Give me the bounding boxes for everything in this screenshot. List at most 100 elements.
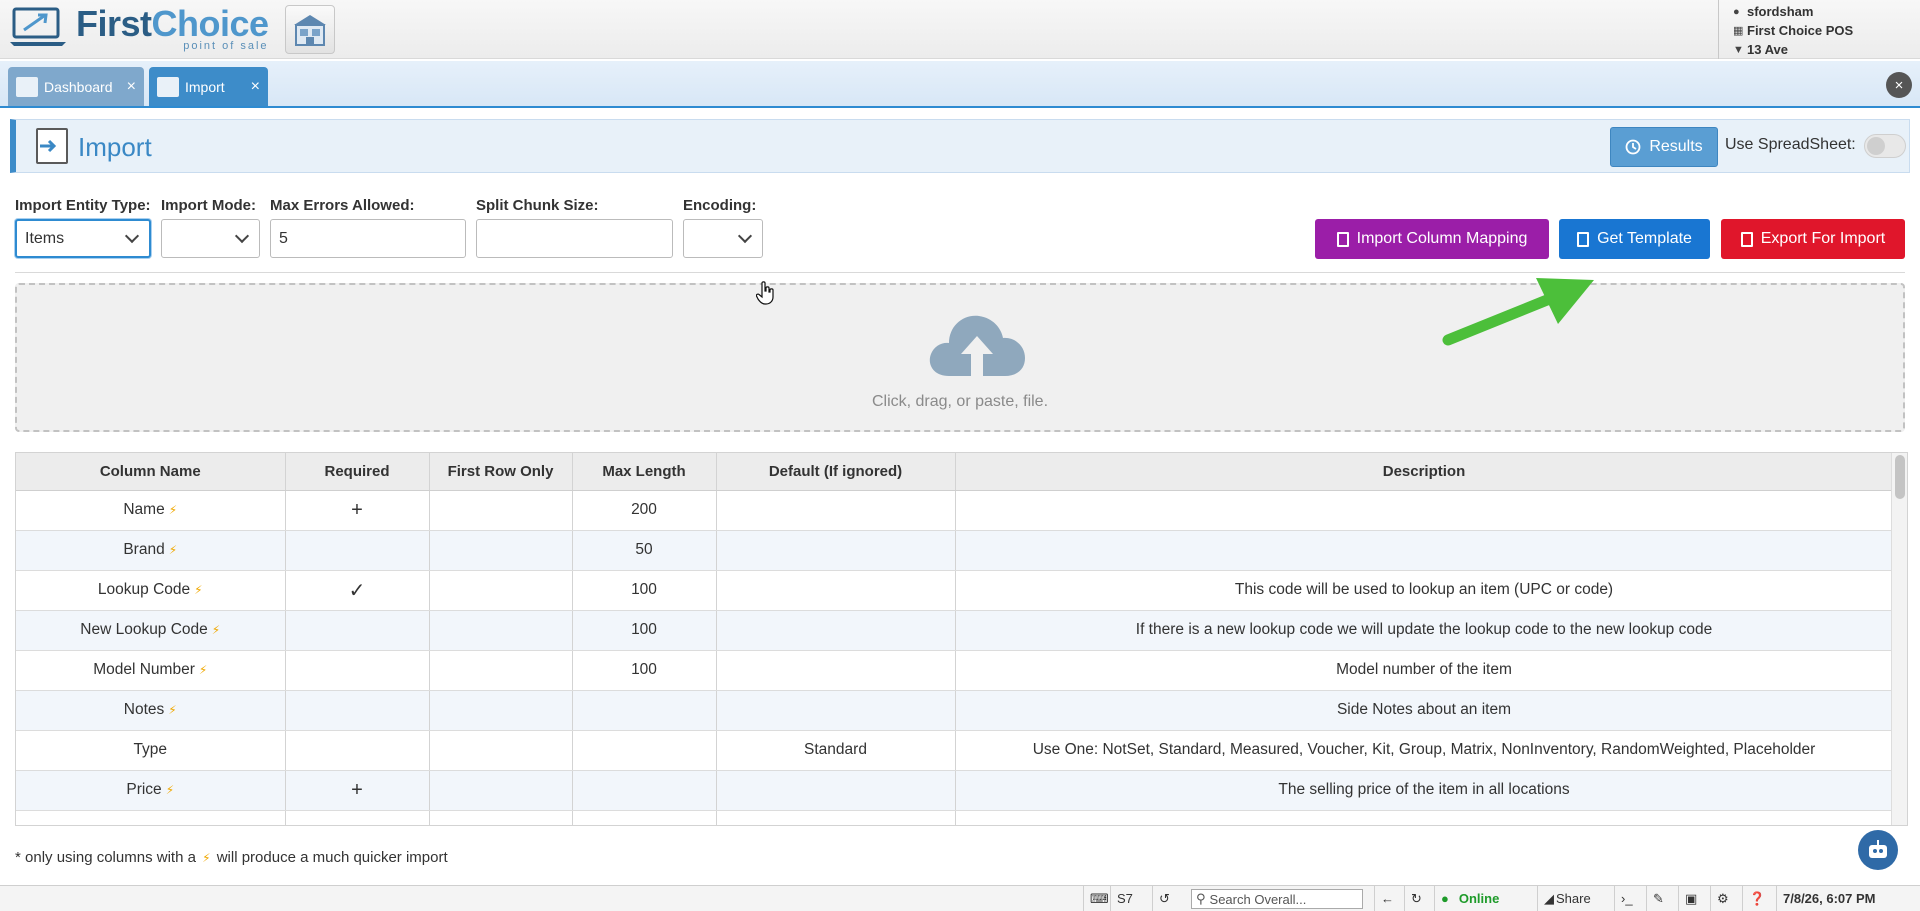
empty-cell: [16, 810, 286, 825]
name-cell-text: Brand: [123, 541, 165, 558]
name-cell-text: Type: [133, 741, 168, 758]
max-length-cell: 200: [572, 490, 717, 531]
user-icon: ●: [1733, 5, 1740, 18]
refresh-icon[interactable]: ↻: [1404, 886, 1428, 911]
import-column-mapping-button[interactable]: Import Column Mapping: [1315, 219, 1549, 259]
required-cell-text: ✓: [348, 579, 366, 602]
clock-icon: [1625, 139, 1641, 155]
required-cell: [285, 690, 430, 731]
register-icon[interactable]: ▣: [1678, 886, 1703, 911]
terminal-icon[interactable]: ›_: [1614, 886, 1639, 911]
default-cell: [716, 690, 956, 731]
edit-icon[interactable]: ✎: [1646, 886, 1670, 911]
max-length-cell: 100: [572, 610, 717, 651]
table-row[interactable]: Model Number ⚡ 100 Model number of the item: [16, 650, 1894, 691]
results-button[interactable]: Results: [1610, 127, 1718, 167]
column-header[interactable]: First Row Only: [429, 453, 573, 491]
table-row[interactable]: Brand ⚡ 50: [16, 530, 1894, 571]
building-icon: ▦: [1733, 25, 1744, 37]
bolt-icon: ⚡: [168, 503, 178, 517]
tab-import-close-icon[interactable]: ×: [251, 78, 260, 96]
online-status[interactable]: ● Online: [1434, 886, 1505, 911]
name-cell-text: Model Number: [93, 661, 195, 678]
table-row[interactable]: Notes ⚡ Side Notes about an item: [16, 690, 1894, 731]
required-cell: [285, 610, 430, 651]
empty-cell: [572, 810, 717, 825]
description-cell-text: Model number of the item: [1336, 661, 1512, 678]
share-button[interactable]: ◢ Share: [1537, 886, 1597, 911]
max-length-cell-text: 100: [631, 581, 657, 598]
help-icon[interactable]: ❓: [1742, 886, 1771, 911]
tab-import[interactable]: Import ×: [149, 67, 268, 106]
overall-search-input[interactable]: ⚲ Search Overall...: [1191, 889, 1363, 909]
top-bar: FirstChoice point of sale ● sfordsham ▦ Fi…: [0, 0, 1920, 59]
default-cell: Standard: [716, 730, 956, 771]
name-cell: Type: [16, 730, 286, 771]
export-for-import-button[interactable]: Export For Import: [1721, 219, 1905, 259]
first-row-cell: [429, 650, 573, 691]
entity-type-value: Items: [25, 229, 65, 247]
max-length-cell: 100: [572, 650, 717, 691]
store-button[interactable]: [285, 5, 335, 54]
description-cell: [955, 530, 1894, 571]
first-row-cell: [429, 730, 573, 771]
column-header[interactable]: Default (If ignored): [716, 453, 956, 491]
scrollbar-thumb[interactable]: [1895, 455, 1905, 499]
name-cell-text: Name: [123, 501, 165, 518]
name-cell-text: Notes: [123, 701, 165, 718]
back-icon[interactable]: ←: [1374, 886, 1400, 911]
name-cell: Model Number ⚡: [16, 650, 286, 691]
column-header[interactable]: Description: [955, 453, 1894, 491]
import-mode-select[interactable]: [161, 219, 260, 258]
history-icon[interactable]: ↺: [1152, 886, 1176, 911]
table-scrollbar[interactable]: [1891, 453, 1907, 825]
import-mode-label: Import Mode:: [161, 197, 256, 214]
column-header[interactable]: Max Length: [572, 453, 717, 491]
table-row[interactable]: Price ⚡ + The selling price of the item in …: [16, 770, 1894, 811]
bolt-icon: ⚡: [198, 663, 208, 677]
mapping-label: Import Column Mapping: [1356, 230, 1528, 247]
gear-icon[interactable]: ⚙: [1710, 886, 1735, 911]
close-all-tabs-icon[interactable]: ×: [1886, 72, 1912, 98]
brand-logo[interactable]: FirstChoice point of sale: [10, 6, 269, 52]
split-chunk-input[interactable]: [476, 219, 673, 258]
first-row-cell: [429, 490, 573, 531]
max-length-cell: 100: [572, 570, 717, 611]
chatbot-button[interactable]: [1858, 830, 1898, 870]
name-cell: Notes ⚡: [16, 690, 286, 731]
column-header[interactable]: Column Name: [16, 453, 286, 491]
spreadsheet-label: Use SpreadSheet:: [1725, 136, 1856, 153]
empty-cell: [285, 810, 430, 825]
page-title: Import: [78, 132, 152, 162]
required-cell: ✓: [285, 570, 430, 611]
table-row[interactable]: Lookup Code ⚡ ✓ 100 This code will be used t…: [16, 570, 1894, 611]
max-errors-input[interactable]: 5: [270, 219, 466, 258]
tab-import-label: Import: [185, 78, 225, 95]
name-cell: Lookup Code ⚡: [16, 570, 286, 611]
table-row[interactable]: Type Standard Use One: NotSet, Standard, M…: [16, 730, 1894, 771]
bolt-icon: ⚡: [194, 583, 203, 597]
table-row[interactable]: Name ⚡ +200: [16, 490, 1894, 531]
toggle-knob: [1867, 137, 1885, 155]
datetime: 7/8/26, 6:07 PM: [1776, 886, 1882, 911]
tab-dashboard-close-icon[interactable]: ×: [127, 78, 136, 96]
entity-type-label: Import Entity Type:: [15, 197, 151, 214]
default-cell: [716, 610, 956, 651]
get-template-button[interactable]: Get Template: [1559, 219, 1710, 259]
file-import-icon: [1336, 231, 1349, 247]
location-pin-icon: ▼: [1733, 43, 1744, 56]
description-cell: [955, 490, 1894, 531]
entity-type-select[interactable]: Items: [15, 219, 151, 258]
column-table: Column Name Required First Row Only Max …: [15, 452, 1908, 826]
table-row[interactable]: New Lookup Code ⚡ 100 If there is a new loo…: [16, 610, 1894, 651]
column-header[interactable]: Required: [285, 453, 430, 491]
spreadsheet-toggle[interactable]: [1864, 134, 1906, 158]
user-info[interactable]: ● sfordsham ▦ First Choice POS ▼ 13 Ave: [1718, 0, 1920, 59]
table-row[interactable]: [16, 810, 1894, 825]
footnote: * only using columns with a ⚡ will produ…: [15, 849, 448, 866]
encoding-select[interactable]: [683, 219, 763, 258]
tab-dashboard[interactable]: Dashboard ×: [8, 67, 144, 106]
file-dropzone[interactable]: Click, drag, or paste, file.: [15, 283, 1905, 432]
station-number[interactable]: S7: [1110, 886, 1139, 911]
store-icon: [294, 14, 326, 46]
